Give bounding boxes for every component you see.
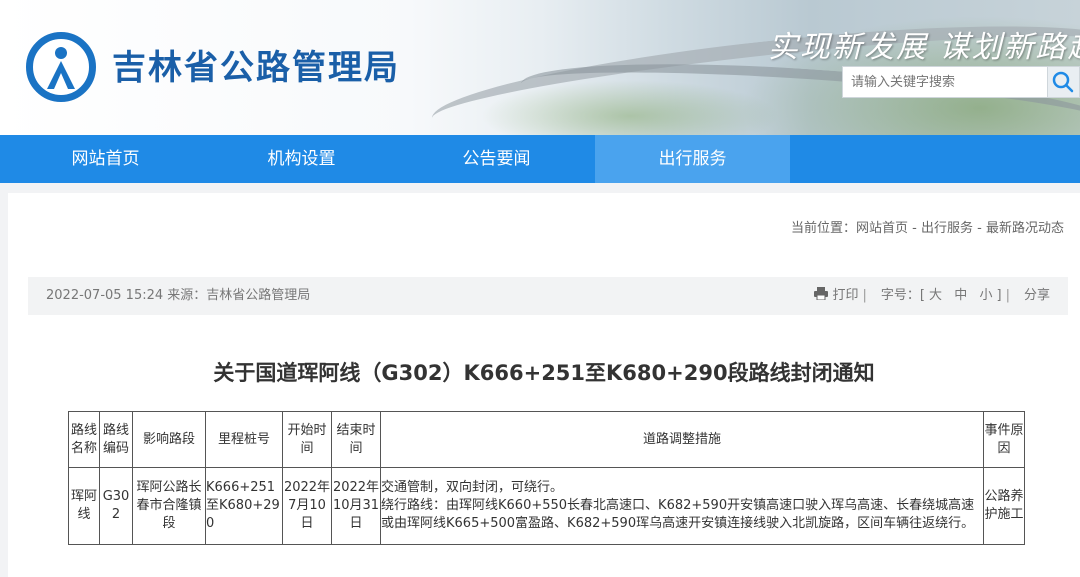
breadcrumb: 当前位置：网站首页 - 出行服务 - 最新路况动态 xyxy=(791,217,1064,236)
end-time-cell: 2022年10月31日 xyxy=(331,467,381,545)
nav-item-travel-service[interactable]: 出行服务 xyxy=(595,135,790,183)
reason-cell: 公路养护施工 xyxy=(983,467,1025,545)
nav-item-home[interactable]: 网站首页 xyxy=(8,135,203,183)
measures-text-1: 交通管制，双向封闭，可绕行。 xyxy=(381,480,564,495)
table-header-cell: 开始时间 xyxy=(282,411,332,468)
nav-item-organization[interactable]: 机构设置 xyxy=(204,135,399,183)
font-size-medium-button[interactable]: 中 xyxy=(954,288,967,303)
route-name-cell: 珲阿线 xyxy=(68,467,100,545)
search-input[interactable] xyxy=(842,66,1048,98)
font-size-small-button[interactable]: 小 xyxy=(980,288,993,303)
route-code-cell: G302 xyxy=(99,467,133,545)
table-header-cell: 影响路段 xyxy=(132,411,206,468)
table-header-row: 路线名称 路线编码 影响路段 里程桩号 开始时间 结束时间 道路调整措施 事件原… xyxy=(68,411,1025,468)
mileage-cell: K666+251至K680+290 xyxy=(205,467,283,545)
breadcrumb-separator: - xyxy=(908,221,921,236)
breadcrumb-travel-service[interactable]: 出行服务 xyxy=(921,221,973,236)
article-tools: 打印 | 字号：[大 中 小] | 分享 xyxy=(814,277,1050,315)
header-slogan: 实现新发展 谋划新路越 xyxy=(768,30,1080,65)
article-title: 关于国道珲阿线（G302）K666+251至K680+290段路线封闭通知 xyxy=(213,361,875,385)
breadcrumb-separator: - xyxy=(973,221,986,236)
divider: | xyxy=(1005,288,1010,303)
article-meta-bar: 2022-07-05 15:24 来源：吉林省公路管理局 打印 | 字号：[大 中 … xyxy=(28,277,1068,315)
font-size-large-button[interactable]: 大 xyxy=(929,288,942,303)
table-header-cell: 路线名称 xyxy=(68,411,100,468)
table-header-cell: 里程桩号 xyxy=(205,411,283,468)
table-header-cell: 道路调整措施 xyxy=(380,411,984,468)
logo-mark-icon xyxy=(47,47,75,89)
site-title[interactable]: 吉林省公路管理局 xyxy=(112,40,400,89)
table-header-cell: 事件原因 xyxy=(983,411,1025,468)
breadcrumb-prefix: 当前位置： xyxy=(791,221,857,236)
divider: | xyxy=(862,288,867,303)
search-button[interactable] xyxy=(1048,66,1080,98)
start-time-cell: 2022年7月10日 xyxy=(282,467,332,545)
article-date-source: 2022-07-05 15:24 来源：吉林省公路管理局 xyxy=(46,288,311,303)
share-button[interactable]: 分享 xyxy=(1024,288,1050,303)
font-size-label: 字号：[ xyxy=(880,288,925,303)
breadcrumb-home[interactable]: 网站首页 xyxy=(856,221,908,236)
print-button[interactable]: 打印 xyxy=(832,288,858,303)
search-icon xyxy=(1052,71,1074,93)
road-closure-table: 路线名称 路线编码 影响路段 里程桩号 开始时间 结束时间 道路调整措施 事件原… xyxy=(68,411,1025,545)
print-icon[interactable] xyxy=(814,287,829,301)
jilin-highway-logo-icon[interactable] xyxy=(26,32,96,102)
measures-cell: 交通管制，双向封闭，可绕行。 绕行路线：由珲阿线K660+550长春北高速口、K… xyxy=(380,467,984,545)
font-size-close-bracket: ] xyxy=(996,288,1002,303)
main-nav: 网站首页 机构设置 公告要闻 出行服务 xyxy=(0,135,1080,183)
content-panel: 当前位置：网站首页 - 出行服务 - 最新路况动态 2022-07-05 15:… xyxy=(8,193,1080,577)
table-header-cell: 结束时间 xyxy=(331,411,381,468)
measures-text-2: 绕行路线：由珲阿线K660+550长春北高速口、K682+590开安镇高速口驶入… xyxy=(381,498,975,531)
nav-item-announcements[interactable]: 公告要闻 xyxy=(399,135,594,183)
table-row: 珲阿线 G302 珲阿公路长春市合隆镇段 K666+251至K680+290 2… xyxy=(68,467,1025,545)
site-header: 吉林省公路管理局 实现新发展 谋划新路越 xyxy=(0,0,1080,135)
table-header-cell: 路线编码 xyxy=(99,411,133,468)
affected-section-cell: 珲阿公路长春市合隆镇段 xyxy=(132,467,206,545)
breadcrumb-road-status[interactable]: 最新路况动态 xyxy=(986,221,1064,236)
